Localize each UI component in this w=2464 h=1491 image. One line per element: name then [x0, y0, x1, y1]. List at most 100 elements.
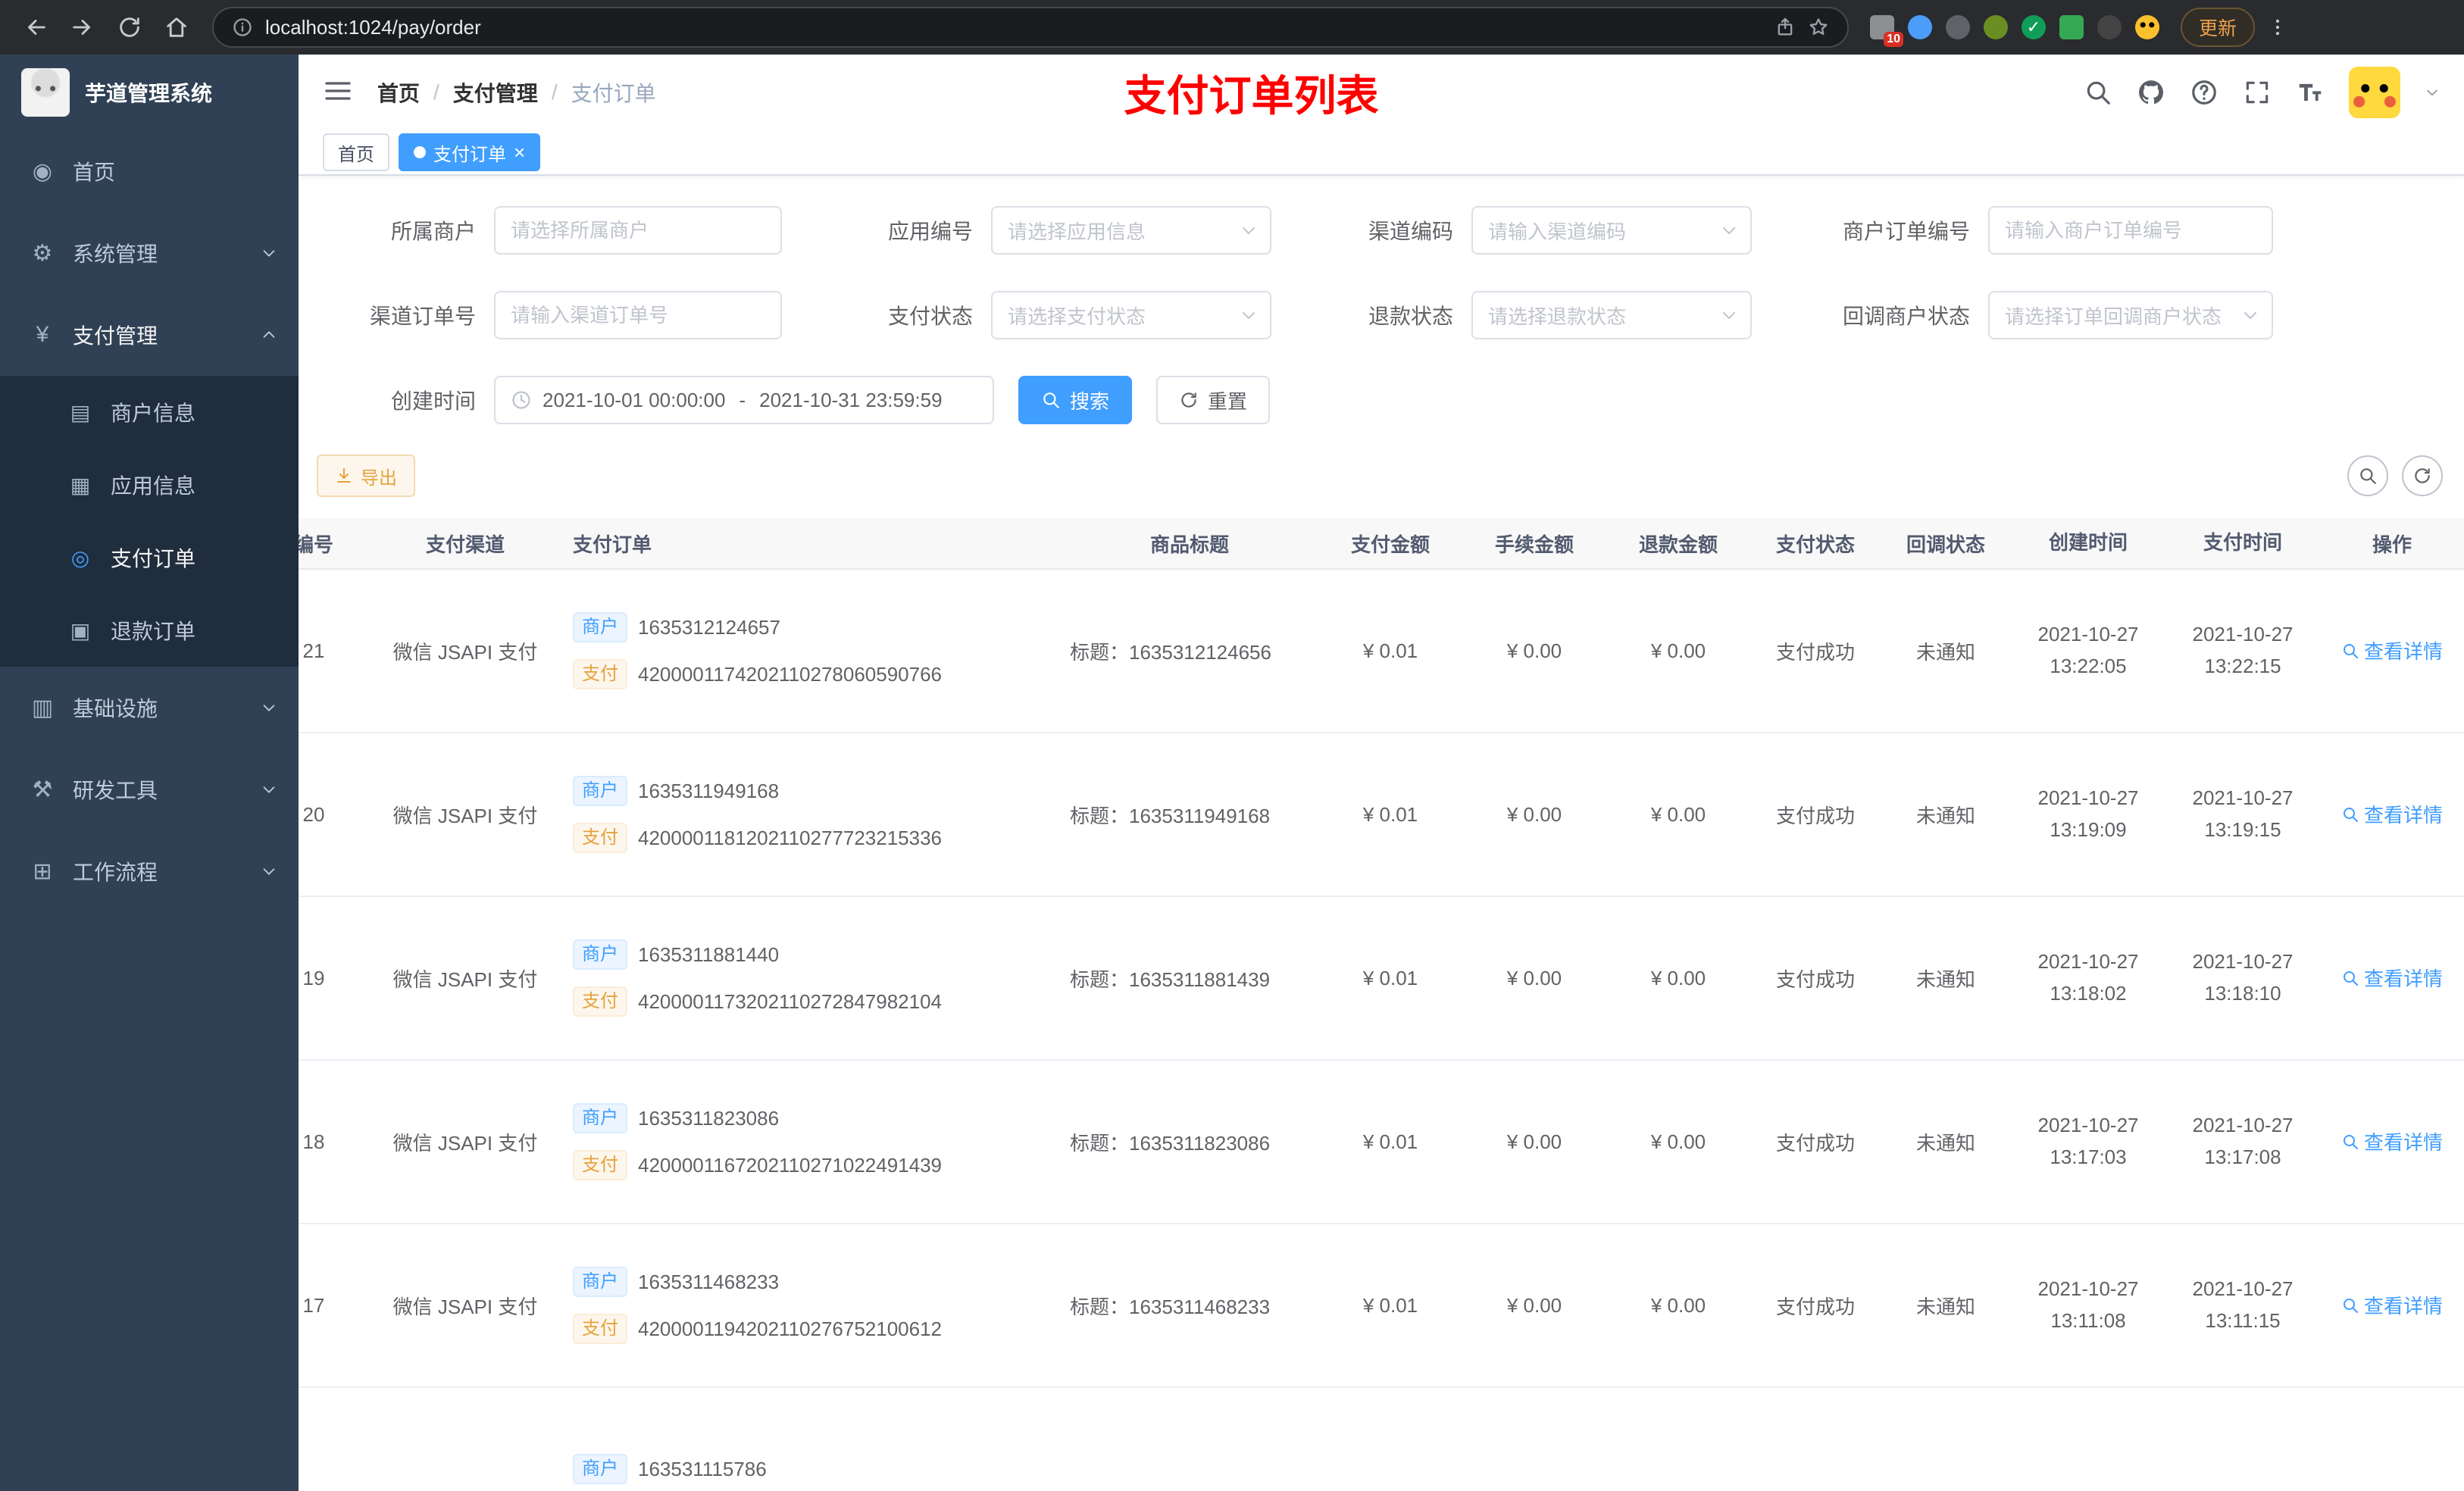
fee-amount: ¥ 0.00 — [1506, 1293, 1562, 1317]
refresh-icon[interactable] — [109, 7, 150, 48]
pay-order-line: 支付 4200001173202110272847982104 — [573, 983, 1052, 1020]
view-detail-label: 查看详情 — [2363, 640, 2443, 664]
view-detail-label: 查看详情 — [2363, 804, 2443, 827]
font-size-icon — [2296, 78, 2325, 107]
pay-status-select[interactable]: 请选择支付状态 — [991, 291, 1271, 339]
gray-circle-icon[interactable] — [1946, 15, 1970, 39]
tab-label: 支付订单 — [433, 144, 506, 165]
breadcrumb-home[interactable]: 首页 — [377, 77, 420, 108]
url-text[interactable]: localhost:1024/pay/order — [265, 16, 1762, 39]
view-detail-link[interactable]: 查看详情 — [2341, 964, 2443, 992]
sidebar-item-infra[interactable]: ▥ 基础设施 — [0, 667, 299, 749]
table-row: 19 微信 JSAPI 支付 商户 1635311881440 支付 4200001173… — [299, 897, 2464, 1061]
table-search-toggle-button[interactable] — [2347, 455, 2388, 496]
merchant-badge: 商户 — [573, 612, 627, 642]
extensions-icon[interactable]: 10 — [1870, 15, 1903, 47]
column-header: 商品标题 — [1149, 533, 1229, 556]
export-button[interactable]: 导出 — [317, 455, 415, 497]
info-icon[interactable] — [232, 17, 253, 38]
date-end[interactable]: 2021-10-31 23:59:59 — [759, 389, 942, 412]
sidebar-item-home[interactable]: ◉ 首页 — [0, 130, 299, 212]
address-bar[interactable]: localhost:1024/pay/order — [212, 7, 1849, 48]
share-icon[interactable] — [1775, 17, 1796, 38]
breadcrumb-pay-order: 支付订单 — [571, 82, 656, 105]
merchant-order-line: 商户 163531115786 — [573, 1451, 1052, 1487]
pay-order-line: 支付 4200001181202110277723215336 — [573, 820, 1052, 856]
merchant-input[interactable] — [494, 206, 782, 255]
avatar[interactable] — [2349, 67, 2400, 118]
sidebar-item-workflow[interactable]: ⊞ 工作流程 — [0, 830, 299, 912]
extensions-area: 10 ✓ — [1870, 15, 2159, 47]
refund-amount: ¥ 0.00 — [1650, 1293, 1706, 1317]
search-icon — [2341, 642, 2359, 660]
pay-channel: 微信 JSAPI 支付 — [392, 967, 538, 991]
fee-amount: ¥ 0.00 — [1506, 802, 1562, 826]
chat-icon[interactable] — [2059, 15, 2084, 39]
drop-icon[interactable] — [1908, 15, 1932, 39]
olive-circle-icon[interactable] — [1984, 15, 2008, 39]
sidebar-item-label: 基础设施 — [73, 697, 158, 720]
pay-badge: 支付 — [573, 823, 627, 853]
pay-order-cell: 商户 1635311949168 支付 42000011812021102777232… — [564, 762, 1061, 867]
goods-title: 标题：1635311949168 — [1070, 804, 1271, 827]
merchant-badge: 商户 — [573, 939, 627, 970]
chevron-down-icon[interactable] — [2425, 85, 2440, 100]
pay-time: 2021-10-27 13:17:08 — [2165, 1110, 2320, 1173]
app-logo-row[interactable]: 芋道管理系统 — [0, 55, 299, 130]
app-no-select[interactable]: 请选择应用信息 — [991, 206, 1271, 255]
refund-status-select[interactable]: 请选择退款状态 — [1471, 291, 1752, 339]
search-button[interactable]: 搜索 — [1018, 376, 1133, 424]
refund-amount: ¥ 0.00 — [1650, 639, 1706, 662]
row-actions: 查看详情 — [2320, 800, 2464, 829]
sidebar-item-refund-order[interactable]: ▣ 退款订单 — [0, 594, 299, 667]
smiley-icon[interactable] — [2135, 15, 2159, 39]
notify-status: 未通知 — [1915, 967, 1975, 991]
close-icon[interactable]: × — [514, 142, 525, 162]
view-detail-link[interactable]: 查看详情 — [2341, 1127, 2443, 1155]
create-time-range-picker[interactable]: 2021-10-01 00:00:00 - 2021-10-31 23:59:5… — [494, 376, 994, 424]
star-icon[interactable] — [1808, 17, 1829, 38]
create-clock: 13:17:03 — [2050, 1146, 2127, 1168]
fullscreen-icon — [2243, 78, 2272, 107]
order-id: 21 — [302, 639, 325, 662]
browser-update-button[interactable]: 更新 — [2181, 8, 2256, 47]
tab-home[interactable]: 首页 — [323, 133, 389, 171]
sidebar-item-pay[interactable]: ¥ 支付管理 — [0, 294, 299, 376]
channel-code-select[interactable]: 请输入渠道编码 — [1471, 206, 1752, 255]
view-detail-link[interactable]: 查看详情 — [2341, 800, 2443, 828]
callback-status-select[interactable]: 请选择订单回调商户状态 — [1988, 291, 2273, 339]
row-actions: 查看详情 — [2320, 1127, 2464, 1156]
home-icon[interactable] — [156, 7, 197, 48]
search-button-label: 搜索 — [1070, 389, 1110, 413]
row-actions: 查看详情 — [2320, 964, 2464, 992]
fee-amount: ¥ 0.00 — [1506, 639, 1562, 662]
channel-order-no-input[interactable] — [494, 291, 782, 339]
sidebar-item-merchant-info[interactable]: ▤ 商户信息 — [0, 376, 299, 449]
merchant-order-no-input[interactable] — [1988, 206, 2273, 255]
clock-icon — [511, 389, 532, 411]
reset-button[interactable]: 重置 — [1156, 376, 1271, 424]
pay-order-no: 4200001173202110272847982104 — [638, 989, 943, 1013]
kebab-icon[interactable] — [2261, 8, 2294, 47]
hamburger-icon[interactable] — [323, 76, 356, 109]
view-detail-link[interactable]: 查看详情 — [2341, 636, 2443, 664]
pay-amount: ¥ 0.01 — [1362, 966, 1418, 989]
create-clock: 13:19:09 — [2050, 818, 2127, 841]
sidebar-item-devtool[interactable]: ⚒ 研发工具 — [0, 749, 299, 830]
sidebar-item-app-info[interactable]: ▦ 应用信息 — [0, 449, 299, 521]
date-start[interactable]: 2021-10-01 00:00:00 — [543, 389, 725, 412]
sidebar-item-system[interactable]: ⚙ 系统管理 — [0, 212, 299, 294]
tab-label: 首页 — [338, 144, 374, 165]
table-refresh-button[interactable] — [2402, 455, 2443, 496]
forward-icon[interactable] — [62, 7, 103, 48]
view-detail-link[interactable]: 查看详情 — [2341, 1291, 2443, 1319]
check-circle-icon[interactable]: ✓ — [2022, 15, 2046, 39]
back-icon[interactable] — [15, 7, 56, 48]
sidebar-item-pay-order[interactable]: ◎ 支付订单 — [0, 521, 299, 594]
pin-icon[interactable] — [2097, 15, 2122, 39]
breadcrumb-pay-manage[interactable]: 支付管理 — [453, 77, 538, 108]
tab-pay-order[interactable]: 支付订单 × — [399, 133, 541, 171]
submenu: ▤ 商户信息 ▦ 应用信息 ◎ 支付订单 ▣ 退款订单 — [0, 376, 299, 667]
filter-label-channel-code: 渠道编码 — [1368, 220, 1453, 243]
pay-order-cell: 商户 163531115786 — [564, 1440, 1061, 1491]
